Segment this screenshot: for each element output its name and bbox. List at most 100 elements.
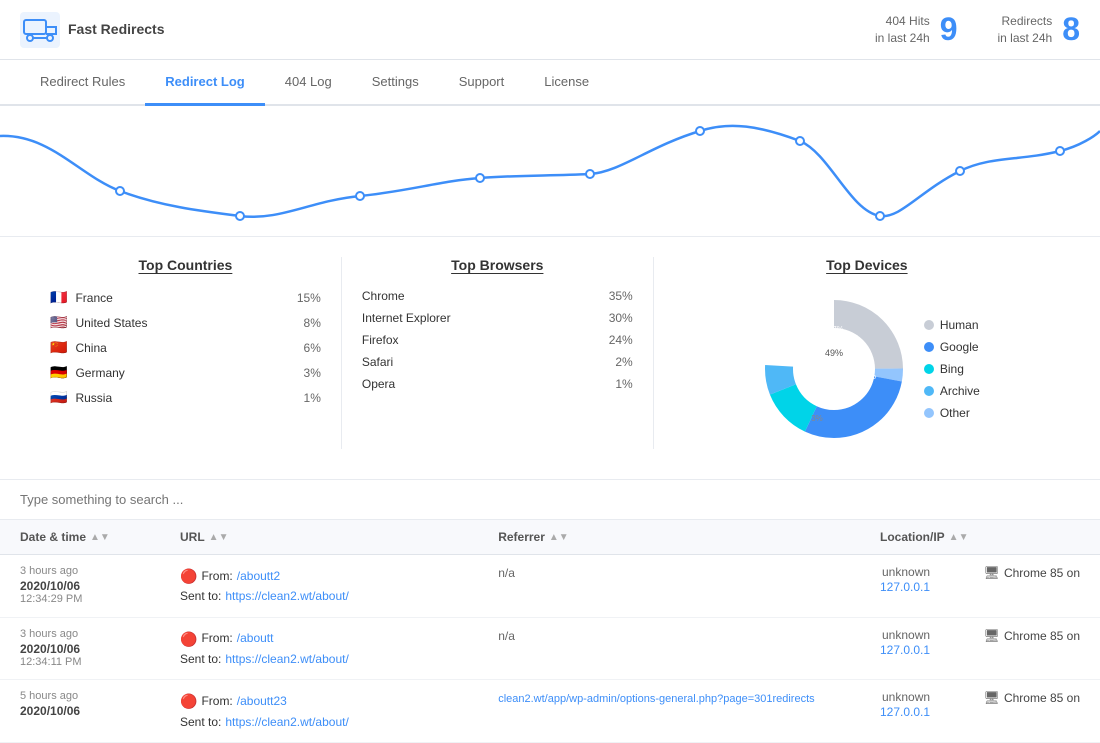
sent-url-2[interactable]: https://clean2.wt/about/ [225,650,348,669]
legend-label-human: Human [940,318,979,332]
location-block-2: unknown 127.0.0.1 [880,628,930,657]
country-name-china: China [75,341,279,355]
legend-human: Human [924,318,980,332]
browser-row-safari: Safari 2% [362,355,633,369]
flag-us: 🇺🇸 [50,314,67,331]
tab-license[interactable]: License [524,60,609,106]
table-row: 3 hours ago 2020/10/06 12:34:11 PM 🔴 Fro… [0,618,1100,681]
date-main-1: 2020/10/06 [20,579,180,593]
browser-pct-safari: 2% [598,355,633,369]
col-header-referrer: Referrer ▲▼ [498,530,880,544]
device-info-1: 🖥 Chrome 85 on [983,565,1080,581]
sent-url-3[interactable]: https://clean2.wt/about/ [225,713,348,732]
stats-section: Top Countries 🇫🇷 France 15% 🇺🇸 United St… [0,236,1100,479]
monitor-icon-3: 🖥 [983,690,1000,706]
sort-icon-location[interactable]: ▲▼ [949,532,969,543]
sent-url-1[interactable]: https://clean2.wt/about/ [225,587,348,606]
location-unknown-2: unknown [880,628,930,642]
sent-line-3: Sent to: https://clean2.wt/about/ [180,713,498,732]
sort-icon-referrer[interactable]: ▲▼ [549,532,569,543]
cell-referrer-2: n/a [498,628,880,643]
tab-support[interactable]: Support [439,60,525,106]
browser-name-opera: Opera [362,377,592,391]
cell-date-2: 3 hours ago 2020/10/06 12:34:11 PM [20,628,180,668]
sort-icon-date[interactable]: ▲▼ [90,532,110,543]
country-pct-china: 6% [286,341,321,355]
svg-text:12%: 12% [843,334,859,343]
legend-google: Google [924,340,980,354]
monitor-icon-1: 🖥 [983,565,1000,581]
country-name-france: France [75,291,279,305]
location-unknown-1: unknown [880,565,930,579]
tab-settings[interactable]: Settings [352,60,439,106]
sent-label-3: Sent to: [180,713,221,732]
country-pct-us: 8% [286,316,321,330]
countries-title: Top Countries [50,257,321,273]
monitor-icon-2: 🖥 [983,628,1000,644]
ip-link-2[interactable]: 127.0.0.1 [880,643,930,657]
from-label-2: From: [201,629,232,648]
table-row: 3 hours ago 2020/10/06 12:34:29 PM 🔴 Fro… [0,555,1100,618]
country-pct-russia: 1% [286,391,321,405]
legend-archive: Archive [924,384,980,398]
devices-title: Top Devices [664,257,1070,273]
logo-text: Fast Redirects [68,21,164,38]
tabs-nav: Redirect Rules Redirect Log 404 Log Sett… [0,60,1100,106]
sent-label-2: Sent to: [180,650,221,669]
browser-row-firefox: Firefox 24% [362,333,633,347]
sort-icon-url[interactable]: ▲▼ [209,532,229,543]
from-url-3[interactable]: /aboutt23 [237,692,287,711]
cell-location-3: unknown 127.0.0.1 🖥 Chrome 85 on [880,690,1080,719]
cell-date-1: 3 hours ago 2020/10/06 12:34:29 PM [20,565,180,605]
device-label-2: Chrome 85 on [1004,629,1080,643]
table-header: Date & time ▲▼ URL ▲▼ Referrer ▲▼ Locati… [0,520,1100,555]
device-info-3: 🖥 Chrome 85 on [983,690,1080,706]
country-row-china: 🇨🇳 China 6% [50,339,321,356]
stat-redirects-value: 8 [1062,11,1080,48]
cell-location-1: unknown 127.0.0.1 🖥 Chrome 85 on [880,565,1080,594]
search-input[interactable] [20,492,1080,507]
from-line-3: 🔴 From: /aboutt23 [180,690,498,712]
country-name-russia: Russia [75,391,279,405]
tab-redirect-log[interactable]: Redirect Log [145,60,264,106]
referrer-value-1: n/a [498,566,515,580]
date-main-2: 2020/10/06 [20,642,180,656]
col-header-date: Date & time ▲▼ [20,530,180,544]
time-ago-1: 3 hours ago [20,565,180,577]
top-countries: Top Countries 🇫🇷 France 15% 🇺🇸 United St… [20,257,341,449]
top-devices: Top Devices 49% [654,257,1080,449]
cell-referrer-1: n/a [498,565,880,580]
tab-404-log[interactable]: 404 Log [265,60,352,106]
ip-link-3[interactable]: 127.0.0.1 [880,705,930,719]
from-url-1[interactable]: /aboutt2 [237,567,280,586]
legend-label-google: Google [940,340,979,354]
ip-link-1[interactable]: 127.0.0.1 [880,580,930,594]
from-url-2[interactable]: /aboutt [237,629,274,648]
cell-url-2: 🔴 From: /aboutt Sent to: https://clean2.… [180,628,498,670]
logo-icon [20,12,60,48]
browsers-title: Top Browsers [362,257,633,273]
legend-dot-google [924,342,934,352]
redirect-icon-3: 🔴 [180,690,197,712]
country-row-germany: 🇩🇪 Germany 3% [50,364,321,381]
log-table: Date & time ▲▼ URL ▲▼ Referrer ▲▼ Locati… [0,520,1100,743]
referrer-value-2: n/a [498,629,515,643]
cell-location-2: unknown 127.0.0.1 🖥 Chrome 85 on [880,628,1080,657]
stat-404-label: 404 Hitsin last 24h [875,13,930,47]
browser-row-opera: Opera 1% [362,377,633,391]
header: Fast Redirects 404 Hitsin last 24h 9 Red… [0,0,1100,60]
search-bar[interactable] [0,479,1100,520]
country-pct-germany: 3% [286,366,321,380]
referrer-link-3[interactable]: clean2.wt/app/wp-admin/options-general.p… [498,693,814,705]
col-header-location: Location/IP ▲▼ [880,530,1080,544]
tab-redirect-rules[interactable]: Redirect Rules [20,60,145,106]
from-line-1: 🔴 From: /aboutt2 [180,565,498,587]
svg-text:49%: 49% [825,348,843,358]
legend-dot-bing [924,364,934,374]
flag-china: 🇨🇳 [50,339,67,356]
stat-404-block: 404 Hitsin last 24h 9 [875,11,958,48]
top-browsers: Top Browsers Chrome 35% Internet Explore… [342,257,653,449]
svg-text:7%: 7% [832,325,844,334]
col-header-url: URL ▲▼ [180,530,498,544]
country-name-germany: Germany [75,366,279,380]
